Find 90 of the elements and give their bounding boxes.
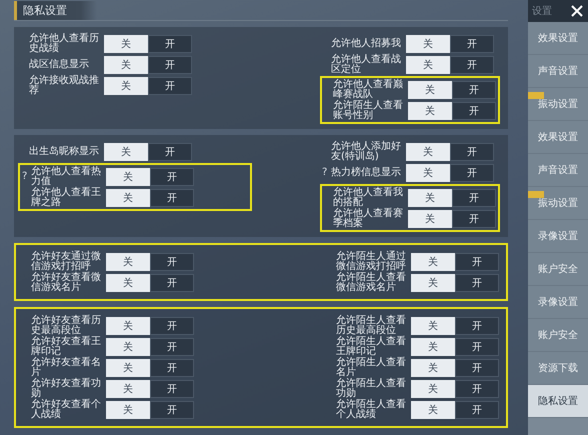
toggle-option[interactable]: 开 <box>455 338 499 356</box>
setting-label: 允许陌生人查看名片 <box>336 358 407 378</box>
setting-label: 允许陌生人查看功勋 <box>336 378 407 398</box>
toggle-option[interactable]: 开 <box>150 188 194 206</box>
toggle-option[interactable]: 关 <box>106 274 150 292</box>
toggle-option[interactable]: 关 <box>106 400 150 418</box>
setting-label: 允许他人查看王牌之路 <box>31 188 102 208</box>
sidebar-item[interactable]: 隐私设置 <box>528 385 588 418</box>
setting-label: 允许好友查看历史最高段位 <box>31 316 102 336</box>
setting-label: 允许接收观战推荐 <box>29 76 100 96</box>
toggle-option[interactable]: 开 <box>452 188 496 206</box>
toggle-option[interactable]: 关 <box>104 142 148 160</box>
close-icon[interactable] <box>570 4 584 18</box>
toggle-option[interactable]: 关 <box>106 316 150 334</box>
toggle-option[interactable]: 开 <box>455 380 499 398</box>
toggle-option[interactable]: 开 <box>452 210 496 228</box>
setting-label: 允许他人查看赛季档案 <box>333 208 404 228</box>
setting-label: 允许陌生人查看王牌印记 <box>336 336 407 356</box>
setting-label: 允许好友查看名片 <box>31 358 102 378</box>
toggle-option[interactable]: 关 <box>411 358 455 376</box>
toggle-option[interactable]: 开 <box>150 358 194 376</box>
toggle-option[interactable]: 开 <box>150 252 194 270</box>
settings-label: 设置 <box>532 4 552 18</box>
toggle-option[interactable]: 开 <box>452 80 496 98</box>
toggle-option[interactable]: 关 <box>408 210 452 228</box>
setting-label: 允许好友查看功勋 <box>31 378 102 398</box>
toggle-option[interactable]: 开 <box>150 400 194 418</box>
setting-label: 允许好友通过微信游戏打招呼 <box>31 252 102 272</box>
toggle-option[interactable]: 关 <box>106 338 150 356</box>
toggle-option[interactable]: 关 <box>406 56 450 74</box>
setting-label: 允许他人查看热力值 <box>31 166 102 186</box>
toggle-option[interactable]: 开 <box>450 164 494 182</box>
toggle-option[interactable]: 开 <box>150 316 194 334</box>
setting-label: 允许陌生人通过微信游戏打招呼 <box>336 252 407 272</box>
toggle-option[interactable]: 关 <box>411 400 455 418</box>
toggle-option[interactable]: 关 <box>406 164 450 182</box>
toggle-option[interactable]: 关 <box>104 56 148 74</box>
toggle-option[interactable]: 关 <box>408 188 452 206</box>
toggle-option[interactable]: 开 <box>455 252 499 270</box>
setting-label: 允许他人查看我的搭配 <box>333 188 404 208</box>
toggle-option[interactable]: 关 <box>411 338 455 356</box>
toggle-option[interactable]: 关 <box>106 168 150 186</box>
toggle-option[interactable]: 关 <box>411 316 455 334</box>
toggle-option[interactable]: 关 <box>104 34 148 52</box>
toggle-option[interactable]: 关 <box>104 76 148 94</box>
toggle-option[interactable]: 开 <box>150 338 194 356</box>
toggle-option[interactable]: 关 <box>408 102 452 120</box>
toggle-option[interactable]: 开 <box>450 142 494 160</box>
setting-label: 允许陌生人查看历史最高段位 <box>336 316 407 336</box>
toggle-option[interactable]: 关 <box>408 80 452 98</box>
toggle-option[interactable]: 关 <box>406 34 450 52</box>
toggle-option[interactable]: 关 <box>106 380 150 398</box>
toggle-option[interactable]: 开 <box>455 400 499 418</box>
toggle-option[interactable]: 开 <box>455 274 499 292</box>
toggle-option[interactable]: 开 <box>455 316 499 334</box>
setting-label: 允许陌生人查看个人战绩 <box>336 400 407 420</box>
toggle-option[interactable]: 开 <box>148 76 192 94</box>
setting-label: 允许他人查看历史战绩 <box>29 34 100 54</box>
toggle-option[interactable]: 开 <box>148 142 192 160</box>
setting-label: 允许陌生人查看账号性别 <box>333 100 404 120</box>
toggle-option[interactable]: 关 <box>406 142 450 160</box>
toggle-option[interactable]: 关 <box>106 358 150 376</box>
toggle-option[interactable]: 开 <box>148 34 192 52</box>
setting-label: 允许好友查看个人战绩 <box>31 400 102 420</box>
toggle-option[interactable]: 开 <box>450 56 494 74</box>
toggle-option[interactable]: 开 <box>452 102 496 120</box>
help-icon[interactable]: ? <box>322 167 331 178</box>
toggle-option[interactable]: 开 <box>450 34 494 52</box>
setting-label: 允许他人查看战区定位 <box>331 54 402 74</box>
toggle-option[interactable]: 关 <box>106 252 150 270</box>
setting-label: 热力榜信息显示 <box>331 168 402 178</box>
setting-label: 允许他人招募我 <box>331 38 402 48</box>
toggle-option[interactable]: 开 <box>150 274 194 292</box>
setting-label: 允许他人查看巅峰赛战队 <box>333 80 404 100</box>
toggle-option[interactable]: 开 <box>148 56 192 74</box>
toggle-option[interactable]: 关 <box>106 188 150 206</box>
setting-label: 战区信息显示 <box>29 60 90 70</box>
setting-label: 允许陌生人查看微信游戏名片 <box>336 272 407 292</box>
toggle-option[interactable]: 开 <box>455 358 499 376</box>
toggle-option[interactable]: 关 <box>411 252 455 270</box>
setting-label: 允许好友查看微信游戏名片 <box>31 272 102 292</box>
toggle-option[interactable]: 关 <box>411 274 455 292</box>
help-icon[interactable]: ? <box>22 171 31 182</box>
toggle-option[interactable]: 开 <box>150 380 194 398</box>
section-title: 隐私设置 <box>14 0 97 20</box>
toggle-option[interactable]: 关 <box>411 380 455 398</box>
setting-label: 出生岛昵称显示 <box>29 146 100 156</box>
setting-label: 允许他人添加好友(特训岛) <box>331 142 402 162</box>
toggle-option[interactable]: 开 <box>150 168 194 186</box>
setting-label: 允许好友查看王牌印记 <box>31 336 102 356</box>
